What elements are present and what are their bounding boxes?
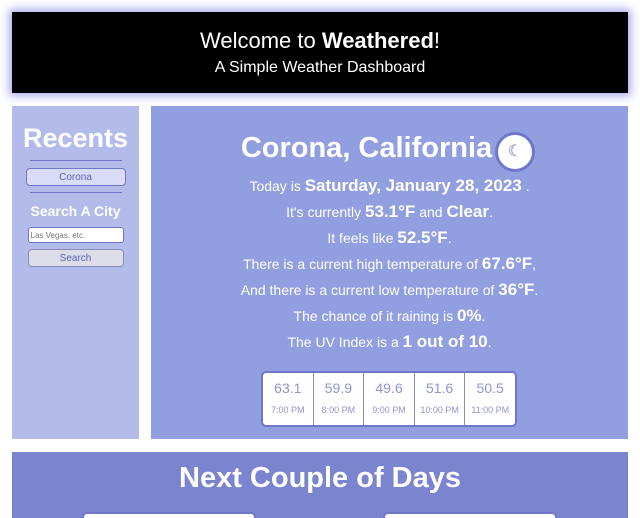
- feels-like: 52.5°F: [397, 228, 448, 247]
- low-temp-line: And there is a current low temperature o…: [240, 280, 539, 299]
- hourly-item: 49.6 9:00 PM: [364, 373, 415, 425]
- hourly-temp: 49.6: [375, 380, 403, 396]
- low-temp: 36°F: [498, 280, 535, 299]
- moon-icon[interactable]: ☾: [495, 132, 535, 172]
- hourly-item: 50.5 11:00 PM: [465, 373, 515, 425]
- hourly-item: 59.9 8:00 PM: [314, 373, 365, 425]
- hourly-item: 51.6 10:00 PM: [415, 373, 466, 425]
- recent-city-button[interactable]: Corona: [25, 168, 126, 186]
- forecast-title: Next Couple of Days: [179, 462, 461, 494]
- hourly-time: 11:00 PM: [471, 405, 510, 415]
- hourly-time: 7:00 PM: [271, 405, 305, 415]
- search-button[interactable]: Search: [27, 249, 124, 267]
- uv-index-line: The UV Index is a 1 out of 10.: [287, 332, 492, 351]
- hourly-temp: 51.6: [425, 380, 454, 396]
- current-weather-panel: Corona, California ☾ Today is Saturday, …: [151, 106, 628, 439]
- hourly-item: 63.1 7:00 PM: [263, 373, 314, 425]
- hourly-time: 8:00 PM: [321, 405, 356, 415]
- search-input[interactable]: [27, 227, 124, 243]
- current-temp-line: It's currently 53.1°F and Clear.: [286, 202, 493, 221]
- hourly-temp: 63.1: [274, 380, 302, 396]
- divider: [29, 192, 122, 193]
- divider: [29, 160, 122, 161]
- rain-chance-line: The chance of it raining is 0%.: [293, 306, 486, 325]
- current-date: Saturday, January 28, 2023: [304, 176, 522, 195]
- forecast-card: [383, 512, 557, 518]
- feels-like-line: It feels like 52.5°F.: [327, 228, 452, 247]
- date-line: Today is Saturday, January 28, 2023 .: [249, 176, 530, 195]
- uv-index: 1 out of 10: [402, 332, 488, 351]
- brand-name: Weathered: [321, 28, 434, 53]
- hourly-temp: 59.9: [324, 380, 353, 396]
- site-subtitle: A Simple Weather Dashboard: [214, 59, 426, 76]
- hourly-forecast: 63.1 7:00 PM 59.9 8:00 PM 49.6 9:00 PM 5…: [261, 371, 517, 427]
- hourly-time: 10:00 PM: [420, 405, 459, 415]
- high-temp: 67.6°F: [481, 254, 533, 273]
- condition: Clear: [446, 202, 489, 221]
- site-header: Welcome to Weathered! A Simple Weather D…: [12, 12, 628, 93]
- hourly-temp: 50.5: [476, 380, 504, 396]
- sidebar: Recents Corona Search A City Search: [12, 106, 139, 439]
- hourly-time: 9:00 PM: [372, 405, 406, 415]
- recents-title: Recents: [22, 123, 129, 153]
- forecast-section: Next Couple of Days: [12, 452, 628, 518]
- search-title: Search A City: [30, 203, 121, 219]
- rain-chance: 0%: [456, 306, 482, 325]
- forecast-card: [82, 512, 256, 518]
- current-temp: 53.1°F: [365, 202, 416, 221]
- city-name: Corona, California: [240, 132, 493, 164]
- site-title: Welcome to Weathered!: [199, 28, 441, 53]
- high-temp-line: There is a current high temperature of 6…: [242, 254, 537, 273]
